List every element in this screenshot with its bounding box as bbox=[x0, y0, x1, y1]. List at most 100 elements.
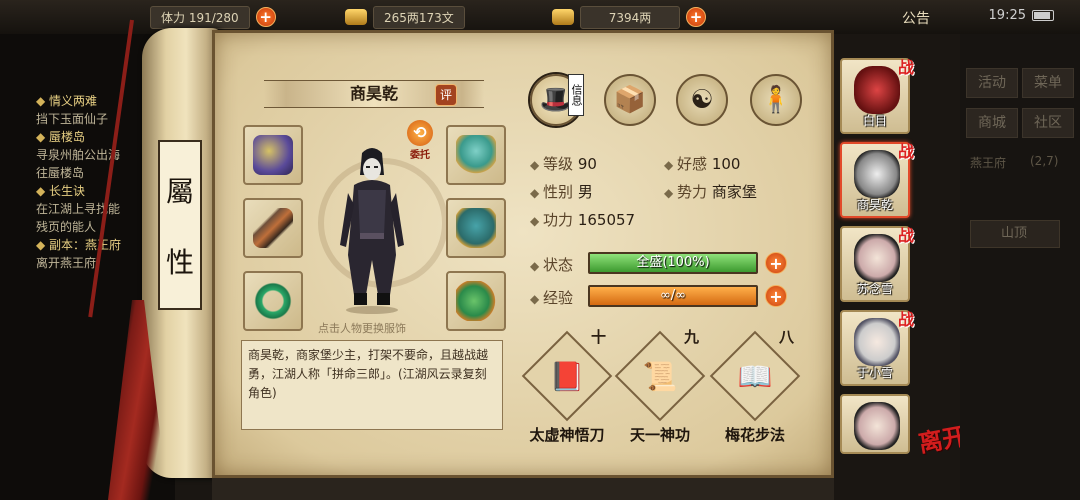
stat-value: 商家堡 bbox=[711, 183, 757, 201]
attributes-scroll-label: 屬 性 bbox=[158, 140, 202, 310]
tab-equipment[interactable]: 📦 bbox=[604, 74, 656, 126]
equip-slot-accessory[interactable] bbox=[446, 271, 506, 331]
stat-value: 165057 bbox=[577, 211, 636, 229]
bottom-nav bbox=[212, 478, 834, 500]
equip-slot-helmet[interactable] bbox=[446, 125, 506, 185]
battle-tag: 战 bbox=[897, 310, 914, 329]
refresh-icon: ⟲ bbox=[407, 120, 433, 146]
stat-label: 势力 bbox=[664, 183, 707, 201]
party-roster: 战 白目 战 商昊乾 战 苏念雪 战 于小雪 bbox=[836, 48, 916, 500]
shop-button[interactable]: 商城 bbox=[966, 108, 1018, 138]
silver-resource: 265两173文 bbox=[345, 5, 465, 29]
add-gold-button[interactable]: + bbox=[686, 7, 706, 27]
side-menu: 活动 菜单 商城 社区 燕王府 (2,7) bbox=[960, 34, 1080, 500]
weapon-icon bbox=[253, 208, 293, 248]
stat-power: 功力 165057 bbox=[530, 209, 635, 230]
place-button[interactable]: 山顶 bbox=[970, 220, 1060, 248]
equip-slot-glove[interactable] bbox=[243, 125, 303, 185]
character-description: 商昊乾，商家堡少主，打架不要命，且越战越勇，江湖人称「拼命三郎」。(江湖风云录复… bbox=[241, 340, 503, 430]
scroll-label-char: 性 bbox=[165, 245, 194, 279]
glove-icon bbox=[253, 135, 293, 175]
add-stamina-button[interactable]: + bbox=[255, 7, 276, 27]
rate-button[interactable]: 评 bbox=[435, 84, 457, 106]
stamina-value: 体力 191/280 bbox=[150, 5, 250, 29]
tab-meridians[interactable]: 🧍 bbox=[750, 74, 802, 126]
stat-label: 性别 bbox=[530, 183, 573, 201]
skill-name: 太虚神悟刀 bbox=[529, 426, 605, 444]
armor-icon bbox=[456, 208, 496, 248]
add-exp-button[interactable]: + bbox=[765, 285, 787, 307]
stat-value: 100 bbox=[711, 155, 741, 173]
exp-bar: ∞/∞ bbox=[588, 285, 758, 307]
chest-icon: 📦 bbox=[613, 85, 647, 115]
skill-slot[interactable]: 八 📖 梅花步法 bbox=[709, 328, 801, 445]
stat-state: 状态 bbox=[530, 254, 573, 275]
notice-button[interactable]: 公告 bbox=[902, 8, 930, 28]
skill-name: 天一神功 bbox=[629, 426, 690, 444]
stat-gender: 性别 男 bbox=[530, 181, 593, 202]
skill-level: 十 bbox=[590, 328, 606, 346]
stat-label: 状态 bbox=[530, 256, 573, 274]
gold-resource: 7394两 + bbox=[552, 5, 706, 29]
roster-name: 商昊乾 bbox=[856, 198, 893, 212]
roster-name: 白目 bbox=[862, 114, 887, 128]
stat-value: 男 bbox=[577, 183, 593, 201]
location-coords: (2,7) bbox=[1030, 154, 1059, 168]
battle-tag: 战 bbox=[897, 226, 914, 245]
gold-value: 7394两 bbox=[580, 5, 680, 29]
scroll-label-char: 屬 bbox=[165, 174, 194, 208]
stat-label: 好感 bbox=[664, 155, 707, 173]
ring-icon bbox=[253, 281, 293, 321]
roster-card[interactable] bbox=[840, 394, 910, 454]
stat-exp: 经验 bbox=[530, 287, 573, 308]
roster-name: 于小雪 bbox=[856, 366, 893, 380]
battery-icon bbox=[1032, 10, 1054, 21]
character-portrait[interactable] bbox=[332, 145, 412, 315]
skill-name: 梅花步法 bbox=[724, 426, 785, 444]
stat-faction: 势力 商家堡 bbox=[664, 181, 757, 202]
avatar bbox=[854, 402, 900, 450]
change-outfit-hint: 点击人物更换服饰 bbox=[318, 322, 406, 335]
skill-level: 九 bbox=[683, 328, 699, 346]
equip-slot-ring[interactable] bbox=[243, 271, 303, 331]
bagua-icon: ☯ bbox=[690, 85, 714, 115]
stat-favor: 好感 100 bbox=[664, 153, 740, 174]
roster-card[interactable]: 战 白目 bbox=[840, 58, 914, 134]
character-name: 商昊乾 bbox=[349, 84, 398, 103]
tab-bagua[interactable]: ☯ bbox=[676, 74, 728, 126]
silver-value: 265两173文 bbox=[373, 5, 465, 29]
equip-slot-armor[interactable] bbox=[446, 198, 506, 258]
stat-label: 功力 bbox=[530, 211, 573, 229]
stat-label: 经验 bbox=[530, 289, 573, 307]
skill-level: 八 bbox=[778, 328, 794, 346]
avatar bbox=[854, 234, 900, 282]
skill-slot[interactable]: 九 📜 天一神功 bbox=[614, 328, 706, 445]
menu-button[interactable]: 菜单 bbox=[1022, 68, 1074, 98]
restore-state-button[interactable]: + bbox=[765, 252, 787, 274]
helmet-icon bbox=[456, 135, 496, 175]
roster-card[interactable]: 战 苏念雪 bbox=[840, 226, 914, 302]
status-clock: 19:25 bbox=[989, 8, 1054, 23]
roster-card-selected[interactable]: 战 商昊乾 bbox=[840, 142, 914, 218]
avatar bbox=[854, 318, 900, 366]
battle-tag: 战 bbox=[897, 142, 914, 161]
silver-icon bbox=[345, 9, 367, 25]
roster-name: 苏念雪 bbox=[856, 282, 893, 296]
equip-slot-weapon[interactable] bbox=[243, 198, 303, 258]
skill-slot[interactable]: 十 📕 太虚神悟刀 bbox=[521, 328, 613, 445]
activity-button[interactable]: 活动 bbox=[966, 68, 1018, 98]
community-button[interactable]: 社区 bbox=[1022, 108, 1074, 138]
roster-card[interactable]: 战 于小雪 bbox=[840, 310, 914, 386]
location-name: 燕王府 bbox=[970, 156, 1007, 170]
gold-ingot-icon bbox=[552, 9, 574, 25]
white-mask-avatar bbox=[854, 150, 900, 198]
amulet-icon bbox=[456, 281, 496, 321]
stat-value: 90 bbox=[577, 155, 597, 173]
state-bar: 全盛(100%) bbox=[588, 252, 758, 274]
time-text: 19:25 bbox=[988, 8, 1026, 23]
stamina-resource: 体力 191/280 + bbox=[150, 5, 276, 29]
tab-info-label: 信息 bbox=[568, 74, 584, 116]
demon-mask-avatar bbox=[854, 66, 900, 114]
body-icon: 🧍 bbox=[759, 85, 793, 115]
stat-level: 等级 90 bbox=[530, 153, 597, 174]
